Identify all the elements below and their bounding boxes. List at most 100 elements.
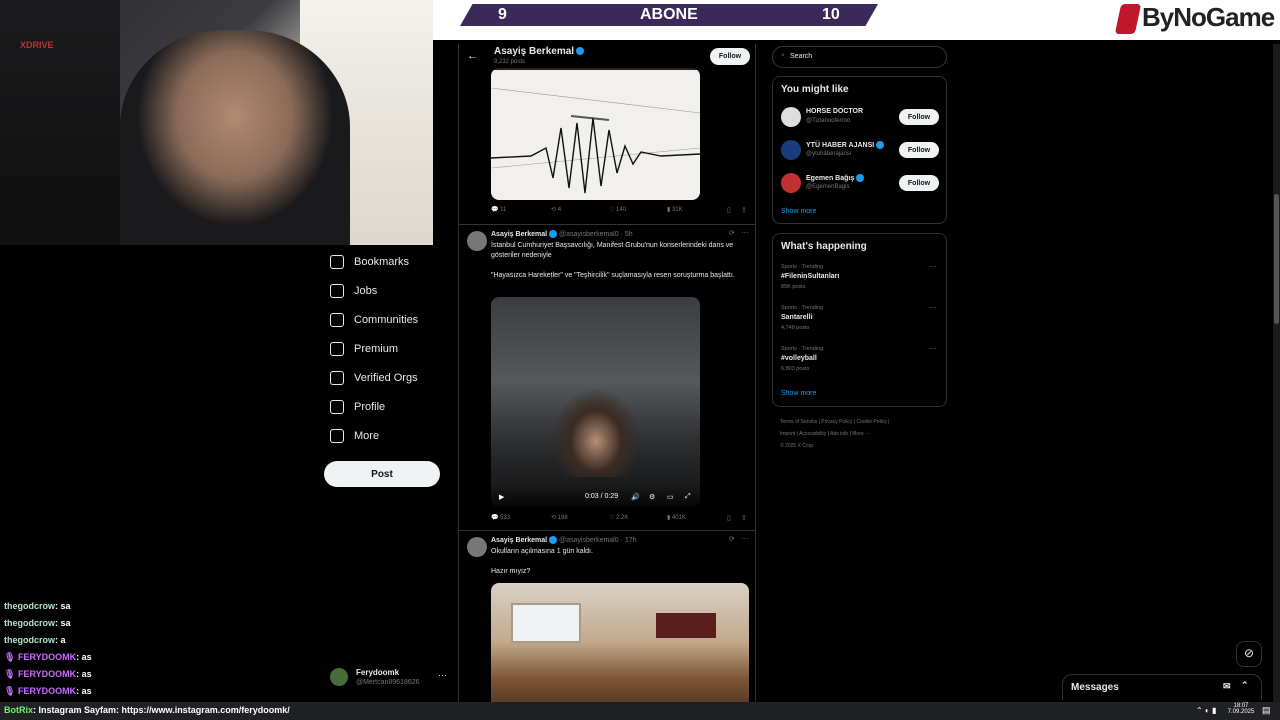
bookmark-icon[interactable]: ▯ [727, 514, 731, 522]
views-count[interactable]: ▮ 31K [667, 206, 683, 213]
repost-count[interactable]: ⟲ 198 [551, 514, 568, 521]
chat-message: 🎙 FERYDOOMK: as [4, 669, 92, 679]
trend-more-icon[interactable]: ··· [929, 303, 937, 312]
compose-message-icon[interactable]: ✉ [1223, 681, 1231, 692]
tweet-image-earthquake[interactable] [491, 68, 700, 200]
avatar [467, 537, 487, 557]
tweet-image-classroom[interactable] [491, 583, 749, 702]
notification-icon[interactable]: ▤ [1262, 705, 1271, 716]
sidebar-item-bookmarks[interactable]: Bookmarks [330, 251, 409, 273]
share-icon[interactable]: ⇪ [741, 206, 747, 214]
classroom-board [656, 613, 716, 638]
tray-icons: ⌃ ◐ ▮ [1196, 706, 1217, 715]
pip-icon[interactable]: ▭ [667, 493, 674, 501]
suggested-user[interactable]: HORSE DOCTOR @Tizianooferroo Follow [781, 105, 941, 129]
trend-item[interactable]: Sports · Trending Santarelli 4,748 posts ··… [781, 303, 941, 337]
repost-count[interactable]: ⟲ 4 [551, 206, 561, 213]
suggested-user[interactable]: Egemen Bağış @EgemenBagis Follow [781, 171, 941, 195]
sidebar-item-verified-orgs[interactable]: Verified Orgs [330, 367, 418, 389]
follow-button[interactable]: Follow [899, 175, 939, 191]
bookmark-icon[interactable]: ▯ [727, 206, 731, 214]
chat-message: 🎙 FERYDOOMK: as [4, 652, 92, 662]
tweet-header: Asayiş Berkemal @asayisberkemal0 · 5h [491, 230, 633, 238]
avatar [781, 173, 801, 193]
reply-count[interactable]: 💬 533 [491, 514, 510, 521]
bynogame-logo: ByNoGame [1114, 2, 1275, 35]
tweet-more-icon[interactable]: ··· [741, 534, 749, 543]
follow-button[interactable]: Follow [899, 109, 939, 125]
trend-more-icon[interactable]: ··· [929, 344, 937, 353]
scrollbar[interactable] [1273, 44, 1280, 702]
avatar [330, 668, 348, 686]
profile-post-count: 9,232 posts [494, 59, 526, 65]
sidebar-item-label: Communities [354, 314, 419, 326]
search-input[interactable]: ⌕ Search [772, 46, 947, 68]
sidebar-item-profile[interactable]: Profile [330, 396, 385, 418]
grok-icon[interactable]: ⟳ [729, 535, 735, 543]
user-name: HORSE DOCTOR [806, 108, 864, 115]
timeline[interactable]: 💬 11 ⟲ 4 ♡ 140 ▮ 31K ▯ ⇪ Asayiş Berkemal… [458, 44, 756, 702]
tweet-header: Asayiş Berkemal @asayisberkemal0 · 17h [491, 536, 637, 544]
verified-badge-icon [856, 174, 865, 182]
sidebar-item-label: Premium [354, 343, 399, 355]
views-count[interactable]: ▮ 401K [667, 514, 686, 521]
show-more-link[interactable]: Show more [781, 208, 816, 215]
video-controls[interactable]: ▶ 0:03 / 0:29 🔊 ⚙ ▭ ⤢ [491, 485, 700, 507]
sidebar-item-premium[interactable]: Premium [330, 338, 398, 360]
more-circle-icon [330, 429, 344, 443]
sidebar-item-more[interactable]: More [330, 425, 379, 447]
chat-ticker: BotRix: Instagram Sayfam: https://www.in… [0, 702, 1280, 720]
follow-button[interactable]: Follow [899, 142, 939, 158]
play-icon[interactable]: ▶ [499, 493, 504, 501]
expand-icon[interactable]: ⌃ [1241, 680, 1249, 691]
tweet-more-icon[interactable]: ··· [741, 228, 749, 237]
bookmark-icon [330, 255, 344, 269]
sidebar-item-communities[interactable]: Communities [330, 309, 418, 331]
trend-more-icon[interactable]: ··· [929, 262, 937, 271]
more-icon[interactable]: ··· [438, 670, 447, 680]
like-count[interactable]: ♡ 140 [609, 206, 626, 213]
trend-category: Sports · Trending [781, 264, 824, 270]
reply-count[interactable]: 💬 11 [491, 206, 506, 213]
footer-links[interactable]: Terms of Service | Privacy Policy | Cook… [780, 416, 940, 452]
trend-item[interactable]: Sports · Trending #volleyball 6,803 posts ·… [781, 344, 941, 378]
sidebar-item-label: More [354, 430, 380, 442]
post-button[interactable]: Post [324, 461, 440, 487]
search-placeholder: Search [790, 53, 813, 60]
seismograph-image [491, 87, 700, 194]
share-icon[interactable]: ⇪ [741, 514, 747, 522]
grok-icon[interactable]: ⟳ [729, 229, 735, 237]
sidebar-item-jobs[interactable]: Jobs [330, 280, 377, 302]
x-logo-icon [330, 342, 344, 356]
user-handle: @Tizianooferroo [806, 118, 851, 124]
fullscreen-icon[interactable]: ⤢ [685, 493, 691, 501]
tweet[interactable]: Asayiş Berkemal @asayisberkemal0 · 17h ⟳… [459, 530, 755, 702]
volume-icon[interactable]: 🔊 [631, 493, 640, 501]
tweet-text-2: "Hayasızca Hareketler" ve "Teşhircilik" … [491, 272, 735, 279]
tweet-video[interactable]: ▶ 0:03 / 0:29 🔊 ⚙ ▭ ⤢ [491, 297, 700, 507]
video-frame [551, 387, 641, 477]
like-count[interactable]: ♡ 2.2K [609, 514, 628, 521]
person-icon [330, 400, 344, 414]
show-more-link[interactable]: Show more [781, 390, 816, 397]
tweet-actions: 💬 533 ⟲ 198 ♡ 2.2K ▮ 401K ▯ ⇪ [491, 514, 749, 526]
settings-icon[interactable]: ⚙ [649, 493, 655, 501]
scrollbar-thumb[interactable] [1274, 194, 1279, 324]
sidebar-item-label: Bookmarks [354, 256, 410, 268]
account-switcher[interactable]: Ferydoomk @Mertcan89618626 ··· [330, 666, 450, 690]
bot-name: BotRix [4, 705, 33, 715]
trend-title: Santarelli [781, 314, 813, 321]
back-arrow-icon[interactable]: ← [467, 50, 478, 62]
trend-category: Sports · Trending [781, 305, 824, 311]
verified-badge-icon [876, 141, 885, 149]
suggested-user[interactable]: YTÜ HABER AJANSI @ytuhaberajansi Follow [781, 138, 941, 162]
trend-item[interactable]: Sports · Trending #FileninSultanları 85K p… [781, 262, 941, 296]
profile-header: ← Asayiş Berkemal 9,232 posts Follow [459, 44, 755, 70]
messages-drawer[interactable]: Messages ✉ ⌃ [1062, 674, 1262, 700]
user-handle: @ytuhaberajansi [806, 151, 852, 157]
grok-button[interactable]: ⊘ [1236, 641, 1262, 667]
follow-button[interactable]: Follow [710, 48, 750, 65]
tweet[interactable]: Asayiş Berkemal @asayisberkemal0 · 5h ⟳ … [459, 224, 755, 529]
streamer [120, 30, 350, 245]
ticker-text: : Instagram Sayfam: https://www.instagra… [33, 705, 290, 715]
